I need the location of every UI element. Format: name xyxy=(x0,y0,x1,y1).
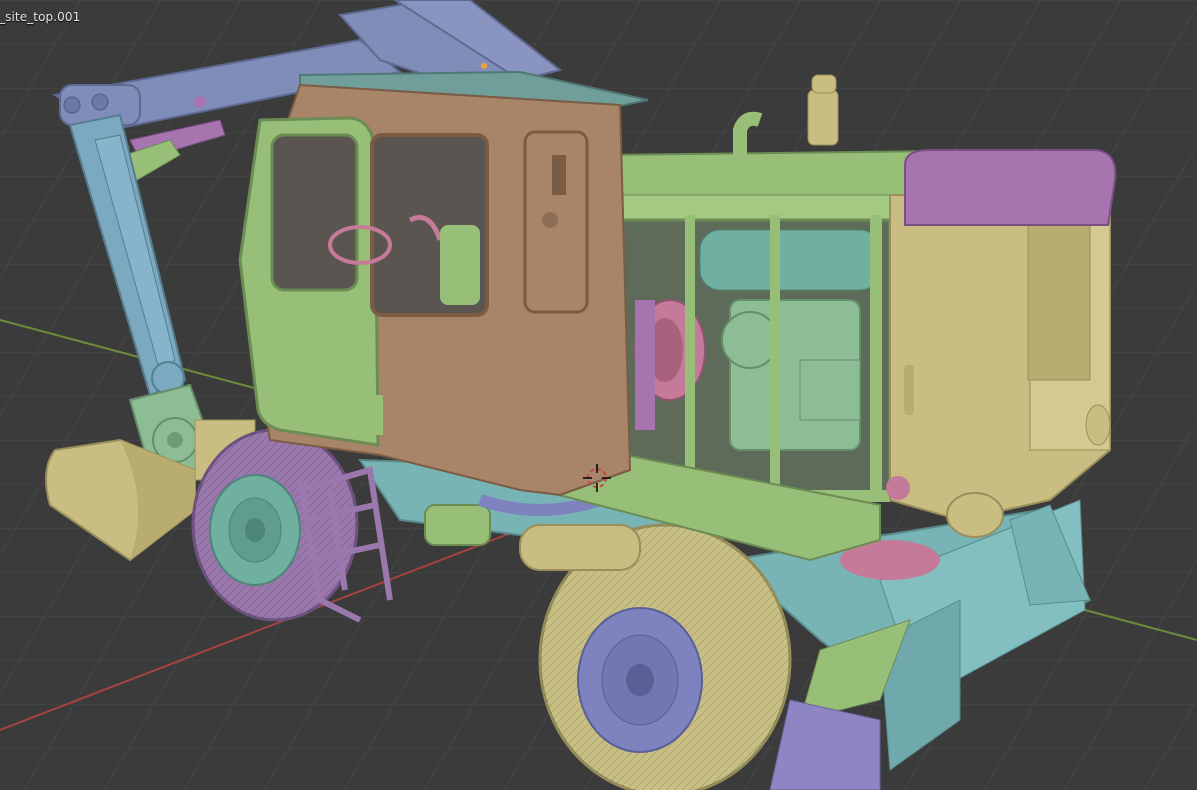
active-object-label: r_site_top.001 xyxy=(0,10,81,24)
scene-render xyxy=(0,0,1197,790)
hood-top-cap xyxy=(904,149,1117,226)
cab xyxy=(238,70,649,497)
object-origin-dot xyxy=(481,63,487,69)
3d-viewport[interactable]: r_site_top.001 xyxy=(0,0,1197,790)
